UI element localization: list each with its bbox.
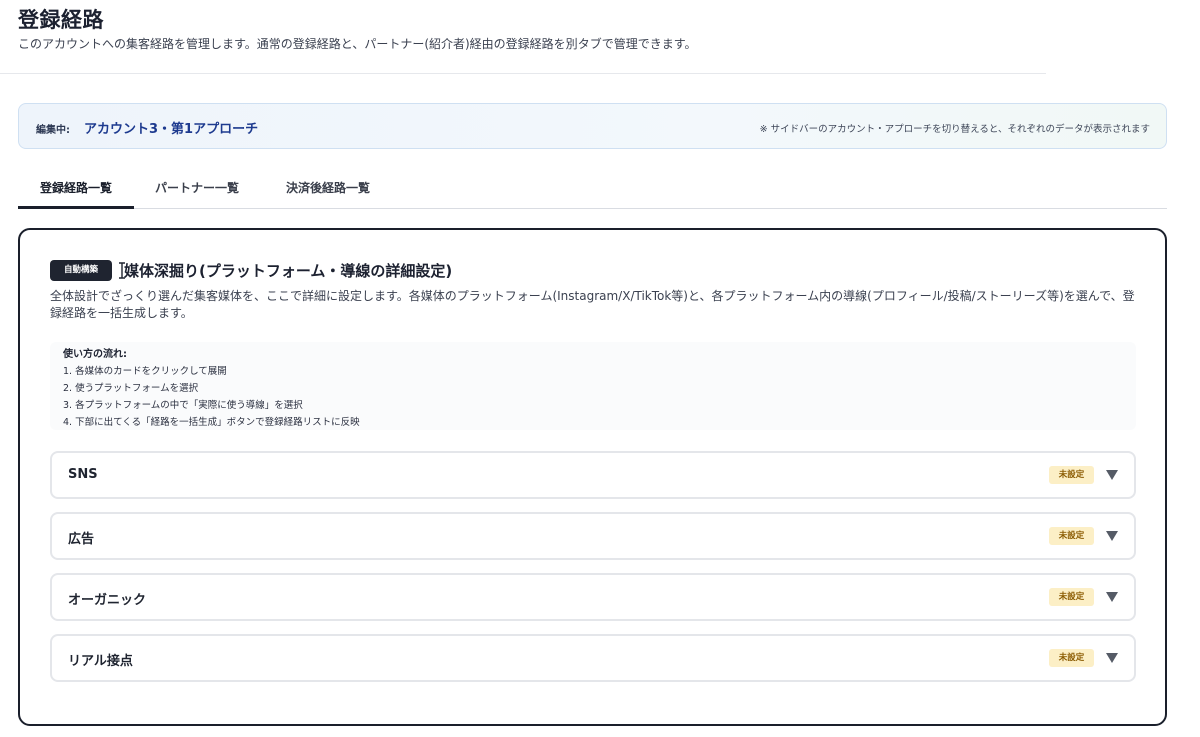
howto-title: 使い方の流れ: — [63, 349, 127, 360]
status-badge: 未設定 — [1049, 588, 1094, 606]
section-description: 全体設計でざっくり選んだ集客媒体を、ここで詳細に設定します。各媒体のプラットフォ… — [50, 289, 1135, 320]
tab-bar: 登録経路一覧 パートナー一覧 決済後経路一覧 — [18, 170, 1167, 209]
status-badge: 未設定 — [1049, 527, 1094, 545]
howto-box: 使い方の流れ: 1. 各媒体のカードをクリックして展開 2. 使うプラットフォー… — [50, 342, 1136, 430]
media-card-label: SNS — [68, 467, 98, 482]
context-note: ※ サイドバーのアカウント・アプローチを切り替えると、それぞれのデータが表示され… — [759, 124, 1150, 135]
status-badge: 未設定 — [1049, 649, 1094, 667]
chevron-down-icon[interactable] — [1106, 652, 1118, 664]
media-deepdive-panel: 自動構築 媒体深掘り(プラットフォーム・導線の詳細設定) 全体設計でざっくり選ん… — [18, 228, 1167, 726]
media-card-label: オーガニック — [68, 593, 147, 608]
howto-step: 4. 下部に出てくる「経路を一括生成」ボタンで登録経路リストに反映 — [63, 417, 360, 428]
howto-step: 1. 各媒体のカードをクリックして展開 — [63, 366, 227, 377]
tab-post-payment-routes[interactable]: 決済後経路一覧 — [268, 170, 388, 209]
section-title: 媒体深掘り(プラットフォーム・導線の詳細設定) — [124, 262, 453, 280]
chevron-down-icon[interactable] — [1106, 591, 1118, 603]
page-title: 登録経路 — [18, 8, 104, 32]
auto-build-badge: 自動構築 — [50, 260, 112, 281]
page-header: 登録経路 このアカウントへの集客経路を管理します。通常の登録経路と、パートナー(… — [0, 0, 1046, 74]
editing-account-name: アカウント3・第1アプローチ — [84, 122, 259, 137]
media-card-ads[interactable]: 広告 未設定 — [50, 512, 1136, 560]
howto-step: 3. 各プラットフォームの中で「実際に使う導線」を選択 — [63, 400, 303, 411]
media-card-label: 広告 — [68, 532, 95, 547]
media-card-organic[interactable]: オーガニック 未設定 — [50, 573, 1136, 621]
howto-step: 2. 使うプラットフォームを選択 — [63, 383, 199, 394]
chevron-down-icon[interactable] — [1106, 530, 1118, 542]
status-badge: 未設定 — [1049, 466, 1094, 484]
media-card-sns[interactable]: SNS 未設定 — [50, 451, 1136, 499]
editing-label: 編集中: — [36, 125, 70, 136]
media-card-offline[interactable]: リアル接点 未設定 — [50, 634, 1136, 682]
chevron-down-icon[interactable] — [1106, 469, 1118, 481]
tab-partners[interactable]: パートナー一覧 — [137, 170, 257, 209]
page-description: このアカウントへの集客経路を管理します。通常の登録経路と、パートナー(紹介者)経… — [18, 37, 697, 51]
media-card-label: リアル接点 — [68, 654, 133, 669]
tab-registration-routes[interactable]: 登録経路一覧 — [18, 170, 134, 209]
editing-context-bar: 編集中: アカウント3・第1アプローチ ※ サイドバーのアカウント・アプローチを… — [18, 103, 1167, 149]
